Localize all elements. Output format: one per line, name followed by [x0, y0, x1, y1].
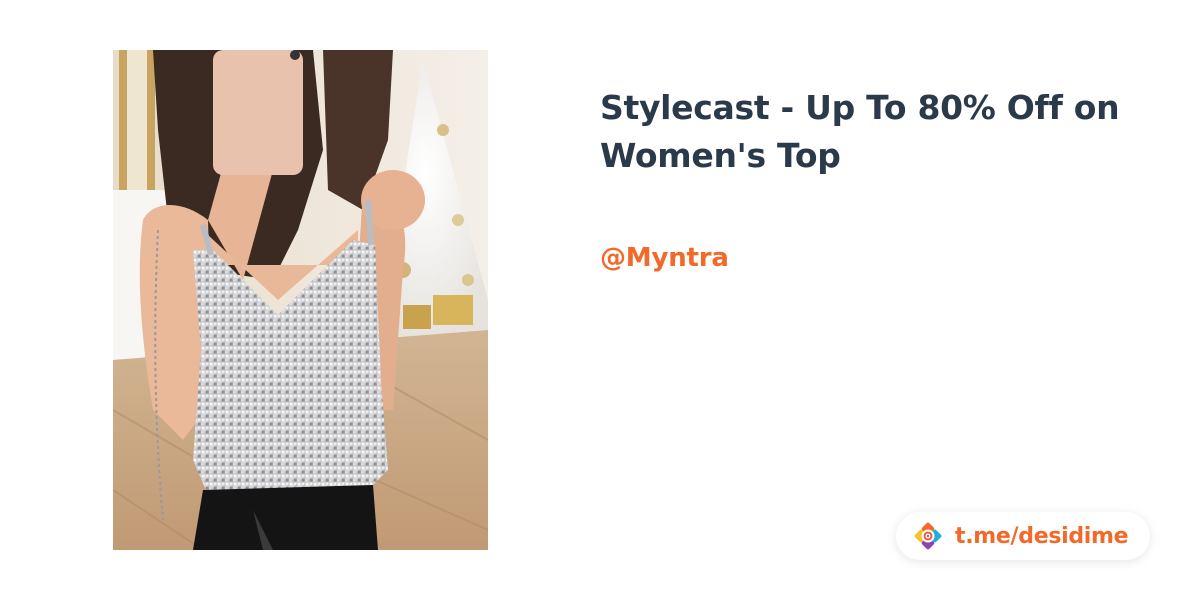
desidime-logo-icon	[913, 521, 943, 551]
product-image	[113, 50, 488, 550]
store-name[interactable]: @Myntra	[600, 240, 729, 276]
deal-title: Stylecast - Up To 80% Off on Women's Top	[600, 88, 1120, 175]
channel-badge[interactable]: t.me/desidime	[896, 512, 1150, 560]
channel-link[interactable]: t.me/desidime	[955, 524, 1129, 549]
